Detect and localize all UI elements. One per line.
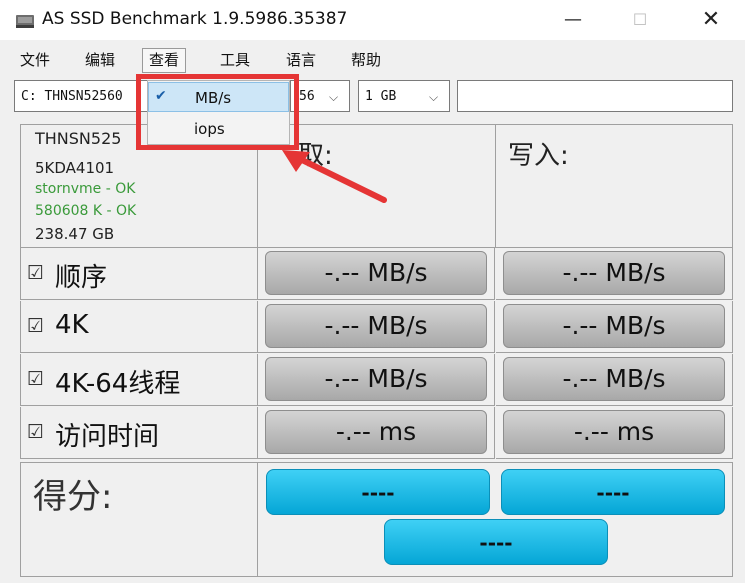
4k-write-result[interactable]: -.-- MB/s [503, 304, 725, 348]
seq-write-result[interactable]: -.-- MB/s [503, 251, 725, 295]
annotation-arrow-icon [282, 150, 387, 203]
name-input[interactable] [457, 80, 733, 112]
block-select[interactable]: 56 ⌵ [290, 80, 350, 112]
checkbox-icon[interactable]: ☑ [27, 368, 44, 390]
maximize-button[interactable]: ☐ [617, 0, 663, 40]
menu-tools[interactable]: 工具 [214, 48, 256, 73]
test-label: 顺序 [55, 263, 108, 293]
write-result-cell: -.-- ms [496, 407, 733, 459]
minimize-button[interactable]: — [550, 0, 596, 40]
access-write-result[interactable]: -.-- ms [503, 410, 725, 454]
test-label: 4K-64线程 [55, 369, 181, 399]
chevron-down-icon: ⌵ [429, 90, 439, 104]
4k64-write-result[interactable]: -.-- MB/s [503, 357, 725, 401]
write-result-cell: -.-- MB/s [496, 248, 733, 300]
drive-firmware: 5KDA4101 [35, 159, 115, 177]
test-row-4k[interactable]: ☑ 4K [20, 301, 258, 353]
title-bar: AS SSD Benchmark 1.9.5986.35387 — ☐ ✕ [0, 0, 745, 40]
write-result-cell: -.-- MB/s [496, 354, 733, 406]
window-title: AS SSD Benchmark 1.9.5986.35387 [42, 9, 348, 29]
drive-capacity: 238.47 GB [35, 225, 115, 243]
chevron-down-icon: ⌵ [329, 90, 339, 104]
menu-bar: 文件 编辑 查看 工具 语言 帮助 [0, 48, 745, 74]
test-label: 4K [55, 310, 89, 340]
write-score-button[interactable]: ---- [501, 469, 725, 515]
read-result-cell: -.-- MB/s [258, 301, 495, 353]
4k-read-result[interactable]: -.-- MB/s [265, 304, 487, 348]
test-row-access-time[interactable]: ☑ 访问时间 [20, 407, 258, 459]
score-label: 得分: [33, 477, 113, 517]
write-result-cell: -.-- MB/s [496, 301, 733, 353]
size-select[interactable]: 1 GB ⌵ [358, 80, 450, 112]
write-column-header: 写入: [496, 124, 733, 248]
toolbar: C: THNSN52560 56 ⌵ 1 GB ⌵ [0, 80, 745, 114]
read-result-cell: -.-- MB/s [258, 248, 495, 300]
block-select-value: 56 [299, 89, 315, 104]
menu-edit[interactable]: 编辑 [79, 48, 121, 73]
score-panel: ---- ---- ---- [258, 462, 733, 577]
score-label-panel: 得分: [20, 462, 258, 577]
annotation-highlight-box [136, 74, 299, 150]
drive-driver-status: stornvme - OK [35, 181, 136, 197]
read-result-cell: -.-- ms [258, 407, 495, 459]
drive-alignment-status: 580608 K - OK [35, 203, 137, 219]
test-label: 访问时间 [55, 422, 160, 452]
menu-file[interactable]: 文件 [14, 48, 56, 73]
4k64-read-result[interactable]: -.-- MB/s [265, 357, 487, 401]
app-drive-icon [16, 15, 34, 28]
drive-select[interactable]: C: THNSN52560 [14, 80, 154, 112]
close-button[interactable]: ✕ [688, 0, 734, 40]
checkbox-icon[interactable]: ☑ [27, 262, 44, 284]
read-score-button[interactable]: ---- [266, 469, 490, 515]
size-select-value: 1 GB [365, 89, 397, 104]
test-row-4k-64thrd[interactable]: ☑ 4K-64线程 [20, 354, 258, 406]
drive-model: THNSN525 [35, 129, 122, 148]
drive-select-value: C: THNSN52560 [21, 89, 123, 104]
total-score-button[interactable]: ---- [384, 519, 608, 565]
menu-view[interactable]: 查看 [142, 48, 187, 73]
read-result-cell: -.-- MB/s [258, 354, 495, 406]
menu-language[interactable]: 语言 [280, 48, 322, 73]
checkbox-icon[interactable]: ☑ [27, 315, 44, 337]
menu-help[interactable]: 帮助 [345, 48, 387, 73]
write-header-label: 写入: [508, 141, 569, 171]
seq-read-result[interactable]: -.-- MB/s [265, 251, 487, 295]
test-row-seq[interactable]: ☑ 顺序 [20, 248, 258, 300]
checkbox-icon[interactable]: ☑ [27, 421, 44, 443]
access-read-result[interactable]: -.-- ms [265, 410, 487, 454]
